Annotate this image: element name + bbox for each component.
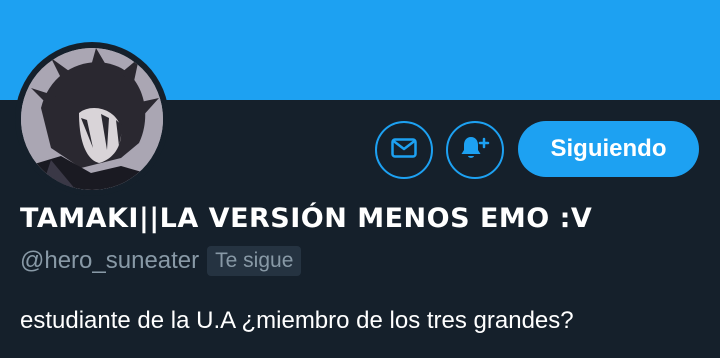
message-button[interactable] xyxy=(375,121,433,179)
avatar[interactable] xyxy=(15,42,169,196)
following-button[interactable]: Siguiendo xyxy=(518,121,699,177)
display-name: TAMAKI||LA VERSIÓN MENOS EMO :V xyxy=(20,203,593,234)
envelope-icon xyxy=(391,137,417,163)
follows-you-badge: Te sigue xyxy=(207,246,302,276)
bell-plus-icon xyxy=(460,135,490,166)
user-handle[interactable]: @hero_suneater xyxy=(20,247,199,275)
avatar-image xyxy=(21,48,163,190)
notifications-button[interactable] xyxy=(446,121,504,179)
handle-row: @hero_suneater Te sigue xyxy=(20,246,302,276)
profile-bio: estudiante de la U.A ¿miembro de los tre… xyxy=(20,307,574,334)
